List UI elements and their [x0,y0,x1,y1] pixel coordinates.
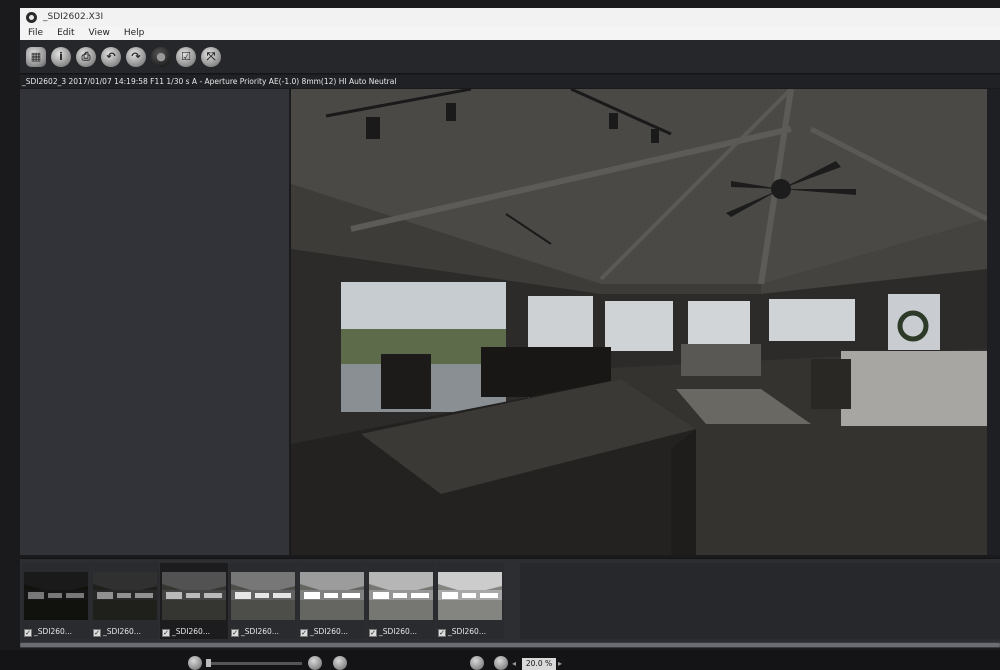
toolbar: ▦ i ⎙ ↶ ↷ ● ☑ ⤧ [20,40,1000,74]
single-view-button[interactable] [308,656,322,670]
actual-size-button[interactable] [494,656,508,670]
thumbnail-checkbox[interactable]: ✓ [24,629,32,637]
thumbnail-checkbox[interactable]: ✓ [300,629,308,637]
filmstrip-empty-area [520,563,1000,639]
menu-view[interactable]: View [89,28,110,38]
thumbnail-image[interactable] [438,572,502,620]
track-light-4 [651,129,659,143]
thumbnail-size-button[interactable] [188,656,202,670]
thumbnail-checkbox[interactable]: ✓ [438,629,446,637]
color-button[interactable]: ● [151,46,171,67]
image-preview[interactable] [291,89,987,555]
zoom-slider[interactable] [206,659,302,667]
thumbnail-checkbox[interactable]: ✓ [369,629,377,637]
thumbnail-checkbox[interactable]: ✓ [162,629,170,637]
thumbnail-image[interactable] [369,572,433,620]
thumbnail-image[interactable] [162,572,226,620]
thumbnail-label: _SDI260... [241,627,279,636]
track-light-1 [366,117,380,139]
thumbnail-2[interactable]: ✓ _SDI260... [91,563,159,639]
title-bar: _SDI2602.X3I [20,8,1000,26]
right-edge-panel [987,89,1000,555]
zoom-increase-icon[interactable]: ▸ [558,659,562,668]
thumbnail-4[interactable]: ✓ _SDI260... [229,563,297,639]
zoom-level[interactable]: 20.0 % [522,658,556,670]
menu-help[interactable]: Help [124,28,145,38]
info-button[interactable]: i [51,46,71,67]
grid-view-button[interactable]: ▦ [26,46,46,67]
compare-view-button[interactable] [333,656,347,670]
zoom-slider-knob[interactable] [206,659,211,667]
app-window: _SDI2602.X3I File Edit View Help ▦ i ⎙ ↶… [0,0,1000,670]
checkbox-icon: ☑ [181,50,191,63]
menu-bar: File Edit View Help [20,26,1000,40]
track-light-3 [609,113,618,129]
thumbnail-checkbox[interactable]: ✓ [93,629,101,637]
print-icon: ⎙ [81,49,91,63]
thumbnail-image[interactable] [93,572,157,620]
thumbnail-label: _SDI260... [379,627,417,636]
thumbnail-6[interactable]: ✓ _SDI260... [367,563,435,639]
track-light-2 [446,103,456,121]
menu-file[interactable]: File [28,28,43,38]
window-right [888,294,940,350]
fit-screen-icon: ⤧ [206,49,216,63]
rotate-right-button[interactable]: ↷ [126,46,146,67]
zoom-decrease-icon[interactable]: ◂ [512,659,516,668]
app-logo-icon [26,11,37,23]
rotate-left-button[interactable]: ↶ [101,46,121,67]
color-wheel-icon: ● [156,50,166,63]
thumbnail-label: _SDI260... [172,627,210,636]
rotate-right-icon: ↷ [131,50,141,63]
menu-edit[interactable]: Edit [57,28,74,38]
thumbnail-image[interactable] [300,572,364,620]
filmstrip: ✓ _SDI260... ✓ _SDI260... ✓ _SDI260... ✓ _SDI26… [20,558,1000,642]
grid-view-icon: ▦ [30,50,42,63]
thumbnail-7[interactable]: ✓ _SDI260... [436,563,504,639]
thumbnail-label: _SDI260... [103,627,141,636]
thumbnail-5[interactable]: ✓ _SDI260... [298,563,366,639]
room-photo [291,89,987,555]
window-title: _SDI2602.X3I [43,12,104,22]
fit-screen-button[interactable]: ⤧ [201,46,221,67]
bottom-bar [0,650,1000,670]
thumbnail-label: _SDI260... [34,627,72,636]
thumbnail-3[interactable]: ✓ _SDI260... [160,563,228,639]
left-panel [20,89,290,555]
exif-info-bar: _SDI2602_3 2017/01/07 14:19:58 F11 1/30 … [20,75,1000,88]
check-button[interactable]: ☑ [176,46,196,67]
info-icon: i [59,50,63,63]
thumbnail-checkbox[interactable]: ✓ [231,629,239,637]
scrollbar-thumb[interactable] [20,643,1000,647]
thumbnail-label: _SDI260... [310,627,348,636]
sofa [841,351,987,426]
horizontal-scrollbar[interactable] [20,642,1000,648]
print-button[interactable]: ⎙ [76,46,96,67]
rotate-left-icon: ↶ [106,50,116,63]
thumbnail-image[interactable] [24,572,88,620]
fit-button[interactable] [470,656,484,670]
thumbnail-1[interactable]: ✓ _SDI260... [22,563,90,639]
exif-info-text: _SDI2602_3 2017/01/07 14:19:58 F11 1/30 … [22,77,397,86]
thumbnail-label: _SDI260... [448,627,486,636]
thumbnail-image[interactable] [231,572,295,620]
